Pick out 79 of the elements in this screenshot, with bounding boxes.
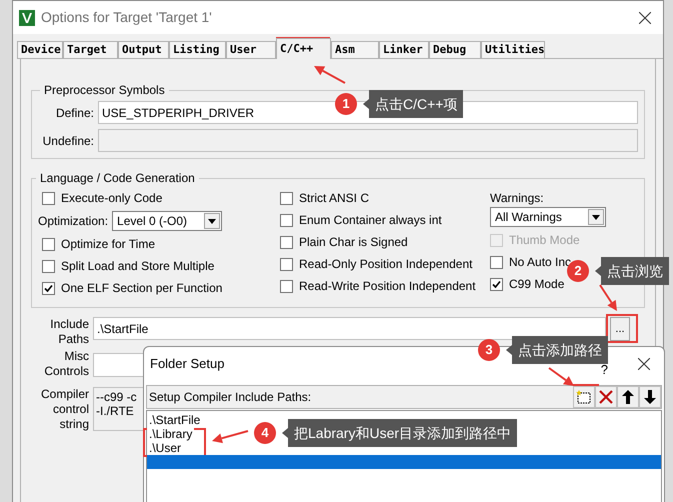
window-title: Options for Target 'Target 1' [41,8,213,27]
arrow-up-icon [622,390,634,404]
field-label: Compiler control string [40,387,89,432]
checkbox-label: Read-Write Position Independent [299,278,476,295]
new-folder-icon [576,390,592,404]
group-title: Language / Code Generation [39,170,196,187]
app-logo-icon [19,10,35,26]
arrow [212,430,248,444]
path-list-item[interactable]: .\User [147,441,184,455]
toolbar-button[interactable] [639,386,661,408]
checkbox[interactable] [280,214,293,226]
include-paths-field[interactable]: .\StartFile [93,317,606,340]
tab[interactable]: Debug [429,41,481,59]
checkbox-label: Thumb Mode [509,232,580,249]
dropdown[interactable]: Level 0 (-O0) [112,211,222,231]
checkbox-label: C99 Mode [509,276,564,293]
tab[interactable]: Utilities [481,41,545,59]
field-label: Warnings: [490,190,545,205]
checkbox-label: Strict ANSI C [299,190,370,207]
tab[interactable]: Output [118,41,169,59]
tab[interactable]: Device [17,41,63,59]
pointer-icon [282,428,288,438]
checkbox[interactable] [42,282,55,294]
toolbar-button[interactable] [573,386,595,408]
toolbar-button[interactable] [617,386,639,408]
checkbox-label: Optimize for Time [61,236,156,253]
dialog-title: Folder Setup [150,355,226,374]
check-icon [44,284,53,292]
tab[interactable]: Linker [379,41,429,59]
path-list-item[interactable]: .\Library [147,427,194,441]
browse-button[interactable]: ... [610,317,630,341]
close-icon[interactable] [638,358,650,370]
checkbox-label: Read-Only Position Independent [299,256,472,273]
callout-label: 把Labrary和User目录添加到路径中 [288,419,518,447]
checkbox-label: Enum Container always int [299,212,442,229]
checkbox[interactable] [280,236,293,248]
field-label: Define: [54,104,94,122]
checkbox[interactable] [42,260,55,272]
field-label: Undefine: [42,132,94,150]
compiler-string-line: --c99 -c [96,390,138,404]
pointer-icon [506,345,512,355]
pointer-icon [363,99,369,109]
checkbox[interactable] [280,258,293,270]
tab[interactable]: C/C++ [276,38,331,59]
tab[interactable]: Target [63,41,118,59]
checkbox-label: Split Load and Store Multiple [61,258,214,275]
checkbox-label: Plain Char is Signed [299,234,408,251]
checkbox-label: One ELF Section per Function [61,280,222,297]
group-title: Preprocessor Symbols [43,82,166,99]
dropdown[interactable]: All Warnings [490,207,606,227]
arrow [599,284,617,311]
toolbar-label: Setup Compiler Include Paths: [149,389,312,406]
delete-icon [599,390,613,404]
undefine-field[interactable] [98,129,638,152]
dropdown-arrow-icon [208,218,216,224]
arrow-down-icon [644,390,656,404]
callout-label: 点击添加路径 [512,336,608,364]
tab[interactable]: User [226,41,276,59]
checkbox[interactable] [280,192,293,204]
checkbox[interactable] [42,192,55,204]
field-label: Optimization: [38,213,108,230]
checkbox[interactable] [490,278,503,290]
callout-label: 点击C/C++项 [369,90,464,118]
pointer-icon [595,266,601,276]
check-icon [492,280,501,288]
callout-label: 点击浏览 [601,257,669,285]
compiler-string-line: -I./RTE [96,404,135,418]
checkbox-label: Execute-only Code [61,190,162,207]
path-list-item[interactable]: .\StartFile [147,413,202,427]
checkbox[interactable] [280,280,293,292]
field-label: Include Paths [49,317,89,347]
field-label: Misc Controls [43,349,89,379]
tab[interactable]: Listing [169,41,226,59]
dropdown-arrow-icon [592,214,600,220]
checkbox[interactable] [42,238,55,250]
close-icon[interactable] [639,12,651,24]
tab[interactable]: Asm [331,41,379,59]
checkbox[interactable] [490,256,503,268]
arrow [314,66,346,84]
